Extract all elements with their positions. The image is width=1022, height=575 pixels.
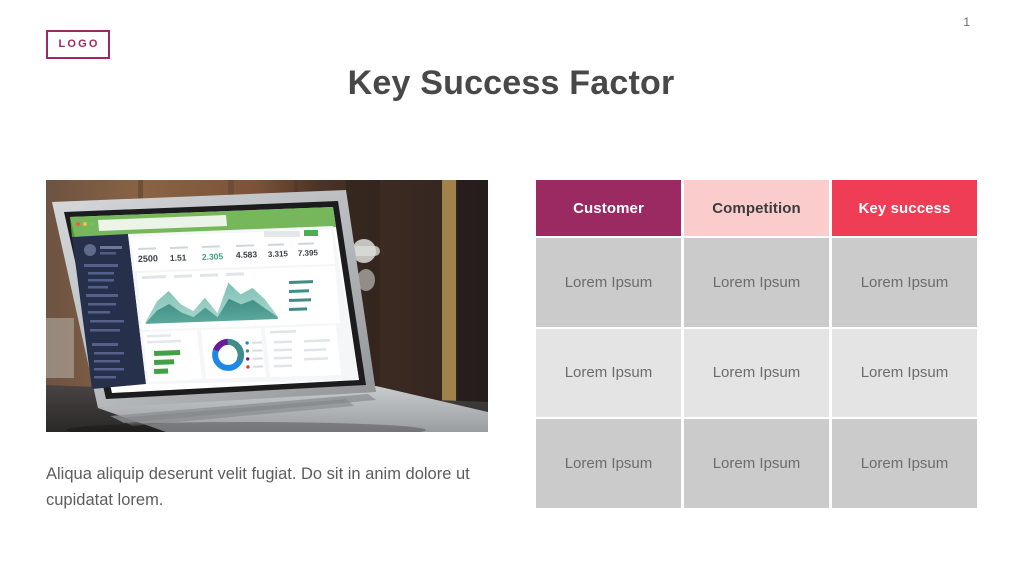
svg-text:2500: 2500 [138, 253, 158, 264]
table-cell: Lorem Ipsum [536, 238, 681, 327]
table-cell: Lorem Ipsum [536, 419, 681, 508]
table-cell: Lorem Ipsum [684, 328, 829, 418]
table-cell: Lorem Ipsum [832, 328, 977, 418]
table-cell: Lorem Ipsum [536, 328, 681, 418]
svg-text:3.315: 3.315 [268, 249, 289, 259]
slide-canvas: LOGO 1 Key Success Factor 2500 1.51 2.30… [0, 0, 1022, 575]
logo[interactable]: LOGO [46, 30, 110, 59]
svg-text:7.395: 7.395 [298, 248, 319, 258]
laptop-dashboard-photo: 2500 1.51 2.305 4.583 3.315 7.395 [46, 180, 488, 432]
page-number: 1 [963, 15, 970, 29]
svg-text:1.51: 1.51 [170, 252, 187, 263]
table-cell: Lorem Ipsum [832, 238, 977, 327]
table-header-competition: Competition [684, 180, 829, 236]
svg-text:4.583: 4.583 [236, 249, 258, 260]
table-cell: Lorem Ipsum [832, 419, 977, 508]
key-success-table: Customer Competition Key success Lorem I… [536, 180, 977, 508]
page-title: Key Success Factor [347, 64, 675, 102]
photo-caption: Aliqua aliquip deserunt velit fugiat. Do… [46, 465, 470, 509]
table-cell: Lorem Ipsum [684, 238, 829, 327]
logo-label: LOGO [58, 38, 100, 50]
table-header-key-success: Key success [832, 180, 977, 236]
table-cell: Lorem Ipsum [684, 419, 829, 508]
photo-illustration: 2500 1.51 2.305 4.583 3.315 7.395 [46, 180, 488, 432]
table-header-customer: Customer [536, 180, 681, 236]
svg-text:2.305: 2.305 [202, 251, 224, 262]
